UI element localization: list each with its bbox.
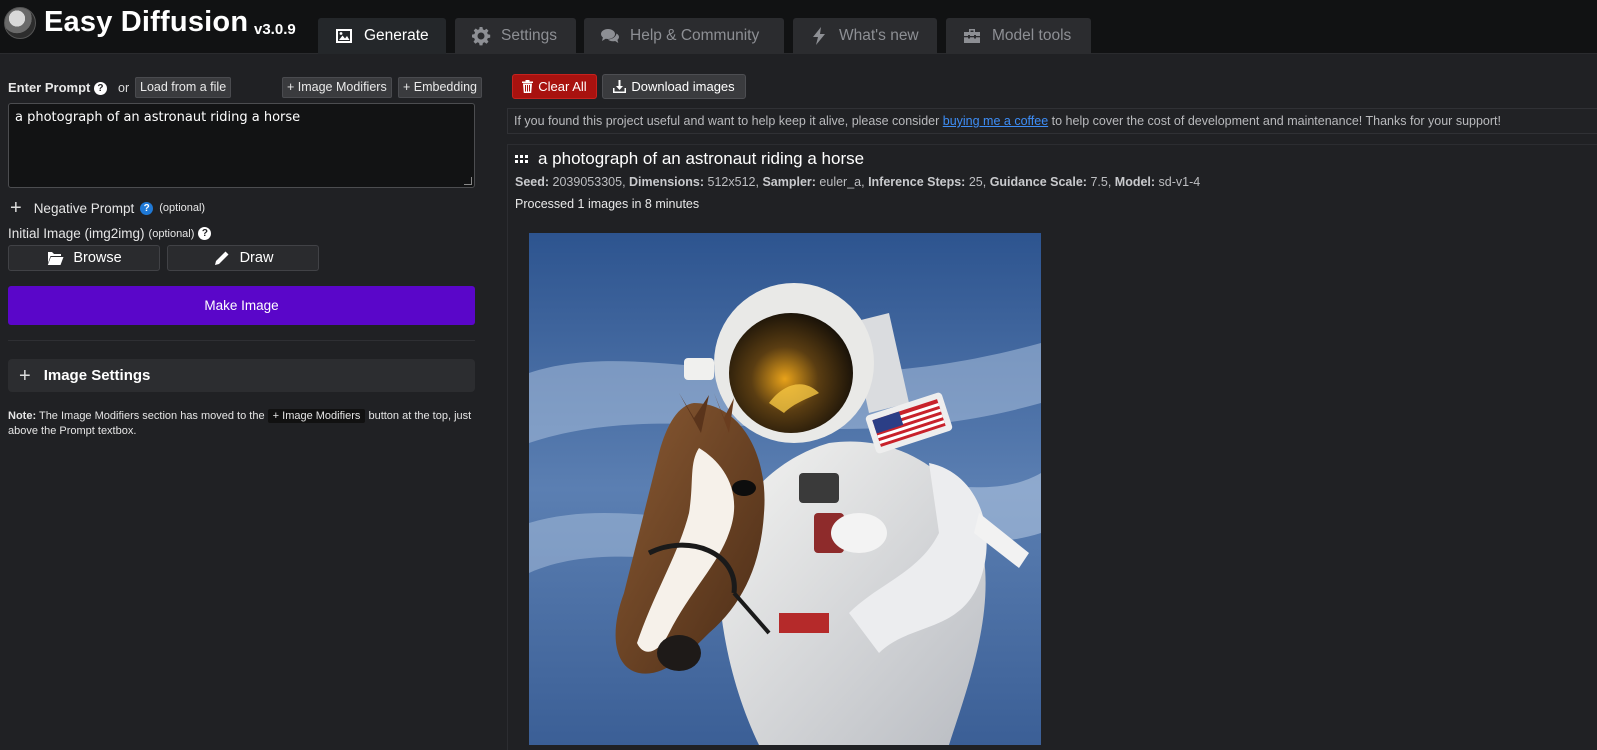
folder-open-icon	[47, 252, 64, 265]
coffee-link[interactable]: buying me a coffee	[943, 114, 1048, 128]
image-modifiers-button[interactable]: + Image Modifiers	[282, 77, 392, 98]
download-icon	[613, 80, 627, 93]
optional-label: (optional)	[159, 202, 206, 214]
or-text: or	[118, 81, 130, 95]
tab-label: Generate	[364, 27, 429, 44]
browse-label: Browse	[73, 250, 122, 266]
gear-icon	[472, 27, 491, 46]
divider	[8, 340, 475, 341]
result-panel: a photograph of an astronaut riding a ho…	[507, 144, 1597, 750]
make-image-button[interactable]: Make Image	[8, 286, 475, 325]
initial-image-text: Initial Image (img2img)	[8, 226, 145, 241]
toolbox-icon	[964, 29, 980, 43]
sampler-value: euler_a	[819, 175, 862, 189]
meta-label: Inference Steps:	[868, 175, 966, 189]
support-text: If you found this project useful and wan…	[514, 114, 940, 128]
image-icon	[336, 29, 352, 43]
clear-all-button[interactable]: Clear All	[512, 74, 597, 99]
tab-label: Model tools	[992, 27, 1072, 44]
result-header: a photograph of an astronaut riding a ho…	[515, 149, 864, 169]
plus-icon: +	[19, 364, 31, 387]
modifiers-note: Note: The Image Modifiers section has mo…	[8, 409, 478, 439]
dimensions-value: 512x512	[707, 175, 756, 189]
app-title: Easy Diffusion	[44, 6, 249, 38]
tab-whats-new[interactable]: What's new	[793, 18, 937, 54]
download-images-button[interactable]: Download images	[602, 74, 746, 99]
result-title: a photograph of an astronaut riding a ho…	[538, 149, 865, 168]
note-text: The Image Modifiers section has moved to…	[38, 410, 265, 422]
embedding-button[interactable]: + Embedding	[398, 77, 483, 98]
app-version: v3.0.9	[254, 21, 296, 38]
model-value: sd-v1-4	[1158, 175, 1201, 189]
pencil-icon	[214, 251, 229, 265]
tab-label: Settings	[501, 27, 558, 44]
tab-settings[interactable]: Settings	[455, 18, 576, 54]
app-header: Easy Diffusion v3.0.9 Generate Settings …	[0, 0, 1597, 54]
draw-button[interactable]: Draw	[167, 245, 319, 271]
support-text: to help cover the cost of development an…	[1051, 114, 1501, 128]
tab-help-community[interactable]: Help & Community	[584, 18, 784, 54]
download-images-label: Download images	[631, 79, 735, 94]
optional-label: (optional)	[148, 227, 195, 240]
tab-label: What's new	[839, 27, 919, 44]
initial-image-label: Initial Image (img2img) (optional) ?	[8, 226, 212, 241]
draw-label: Draw	[239, 250, 274, 266]
plus-icon: +	[10, 197, 22, 219]
help-icon[interactable]: ?	[93, 82, 107, 95]
seed-value: 2039053305	[552, 175, 623, 189]
negative-prompt-label: Negative Prompt	[33, 200, 135, 216]
comments-icon	[601, 29, 619, 43]
steps-value: 25	[968, 175, 983, 189]
image-settings-title: Image Settings	[43, 367, 151, 384]
help-icon[interactable]: ?	[140, 201, 154, 215]
drag-handle-icon[interactable]	[515, 155, 528, 163]
app-logo	[4, 7, 36, 39]
astronaut-horse-image	[529, 233, 1041, 745]
negative-prompt-toggle[interactable]: + Negative Prompt ? (optional)	[10, 198, 205, 218]
tab-generate[interactable]: Generate	[318, 18, 446, 54]
browse-button[interactable]: Browse	[8, 245, 160, 271]
meta-label: Seed:	[515, 175, 550, 189]
bolt-icon	[813, 27, 825, 45]
note-code: + Image Modifiers	[267, 409, 366, 423]
tab-model-tools[interactable]: Model tools	[946, 18, 1091, 54]
meta-label: Guidance Scale:	[989, 175, 1087, 189]
prompt-textarea[interactable]: a photograph of an astronaut riding a ho…	[8, 103, 475, 188]
meta-label: Sampler:	[762, 175, 816, 189]
prompt-label: Enter Prompt ?	[8, 80, 107, 95]
meta-label: Dimensions:	[629, 175, 705, 189]
load-from-file-button[interactable]: Load from a file	[135, 77, 232, 98]
resize-handle[interactable]	[464, 177, 472, 185]
image-settings-toggle[interactable]: + Image Settings	[8, 359, 475, 392]
note-prefix: Note:	[8, 410, 37, 422]
tab-label: Help & Community	[630, 27, 760, 44]
generated-image[interactable]	[529, 233, 1041, 745]
result-metadata: Seed: 2039053305, Dimensions: 512x512, S…	[515, 175, 1201, 189]
help-icon[interactable]: ?	[198, 227, 212, 240]
support-banner: If you found this project useful and wan…	[507, 108, 1597, 134]
trash-icon	[522, 80, 534, 93]
prompt-text: a photograph of an astronaut riding a ho…	[15, 110, 301, 125]
meta-label: Model:	[1114, 175, 1156, 189]
clear-all-label: Clear All	[538, 79, 587, 94]
guidance-value: 7.5	[1090, 175, 1108, 189]
prompt-label-text: Enter Prompt	[8, 80, 91, 95]
processed-status: Processed 1 images in 8 minutes	[515, 197, 700, 211]
